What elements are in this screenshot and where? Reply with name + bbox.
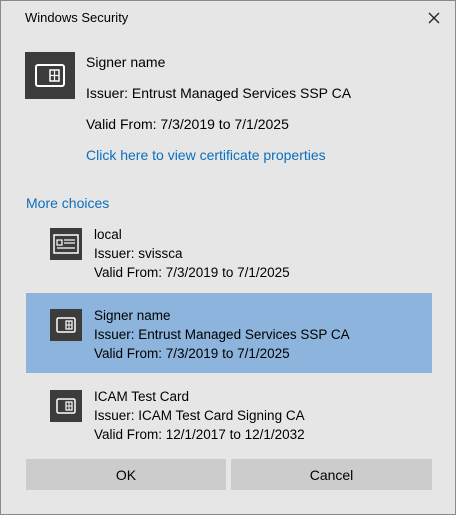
close-icon xyxy=(428,12,440,24)
smart-card-icon xyxy=(25,52,75,99)
title-bar: Windows Security xyxy=(1,1,455,35)
view-certificate-properties-link[interactable]: Click here to view certificate propertie… xyxy=(86,147,326,163)
choice-validity: Valid From: 12/1/2017 to 12/1/2032 xyxy=(94,427,305,442)
choice-validity: Valid From: 7/3/2019 to 7/1/2025 xyxy=(94,265,290,280)
more-choices-link[interactable]: More choices xyxy=(26,195,109,211)
certificate-choice-icam-test-card[interactable]: ICAM Test Card Issuer: ICAM Test Card Si… xyxy=(26,374,432,454)
choice-name: Signer name xyxy=(94,308,171,323)
choice-issuer: Issuer: Entrust Managed Services SSP CA xyxy=(94,327,350,342)
choice-name: local xyxy=(94,227,122,242)
selected-cert-issuer: Issuer: Entrust Managed Services SSP CA xyxy=(86,85,352,101)
choice-name: ICAM Test Card xyxy=(94,389,190,404)
window-title: Windows Security xyxy=(25,10,129,25)
close-button[interactable] xyxy=(425,9,443,27)
selected-cert-name: Signer name xyxy=(86,54,166,70)
smart-card-icon xyxy=(50,309,82,341)
choice-issuer: Issuer: ICAM Test Card Signing CA xyxy=(94,408,305,423)
cancel-button[interactable]: Cancel xyxy=(231,459,432,490)
certificate-choice-local[interactable]: local Issuer: svissca Valid From: 7/3/20… xyxy=(26,212,432,292)
windows-security-dialog: Windows Security Signer name Issuer: Ent… xyxy=(0,0,456,515)
certificate-icon xyxy=(50,228,82,260)
certificate-choice-signer-name[interactable]: Signer name Issuer: Entrust Managed Serv… xyxy=(26,293,432,373)
choice-issuer: Issuer: svissca xyxy=(94,246,183,261)
selected-cert-validity: Valid From: 7/3/2019 to 7/1/2025 xyxy=(86,116,289,132)
ok-button[interactable]: OK xyxy=(26,459,226,490)
smart-card-icon xyxy=(50,390,82,422)
choice-validity: Valid From: 7/3/2019 to 7/1/2025 xyxy=(94,346,290,361)
